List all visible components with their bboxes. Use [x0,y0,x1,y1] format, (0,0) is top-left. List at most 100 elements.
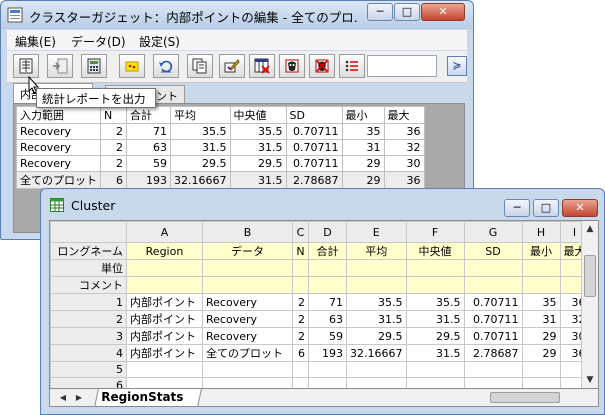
long-name-cell[interactable]: 最小 [521,242,561,260]
import-button[interactable] [47,54,73,78]
row-number[interactable]: 5 [50,361,127,378]
table-cell[interactable]: 29 [521,344,561,362]
row-label-units[interactable]: 単位 [50,259,127,277]
table-cell[interactable]: 32.16667 [346,344,407,362]
close-button[interactable]: ✕ [421,3,465,21]
report-row[interactable]: Recovery 2 63 31.5 31.5 0.70711 31 32 [16,139,425,156]
menu-data[interactable]: データ(D) [71,33,126,50]
long-name-cell[interactable]: SD [463,242,523,260]
scroll-thumb[interactable] [584,255,596,297]
edit-button[interactable] [219,54,245,78]
row-number[interactable]: 2 [50,310,127,328]
table-cell[interactable]: 6 [292,344,309,362]
horizontal-scrollbar[interactable] [450,391,598,405]
collapse-button[interactable]: ≽ [447,56,467,76]
table-cell[interactable] [405,361,465,378]
table-cell[interactable]: 内部ポイント [126,327,203,345]
mask-remove-button[interactable] [309,54,335,78]
table-cell[interactable]: 2.78687 [463,344,523,362]
table-cell[interactable]: 63 [308,310,347,328]
units-cell[interactable] [521,259,561,277]
table-cell[interactable]: 35 [521,293,561,311]
table-cell[interactable]: 29.5 [346,327,407,345]
table-cell[interactable] [521,377,561,388]
column-header[interactable]: B [202,221,293,243]
table-cell[interactable] [202,377,293,388]
column-header[interactable]: G [463,221,523,243]
column-header[interactable]: C [292,221,309,243]
long-name-cell[interactable]: 合計 [308,242,347,260]
table-cell[interactable]: 2 [292,327,309,345]
stats-report-button[interactable] [13,54,39,78]
table-cell[interactable] [126,377,203,388]
table-cell[interactable] [292,361,309,378]
long-name-cell[interactable]: N [292,242,309,260]
units-cell[interactable] [405,259,465,277]
report-row[interactable]: Recovery 2 59 29.5 29.5 0.70711 29 30 [16,155,425,172]
column-header[interactable]: A [126,221,203,243]
units-cell[interactable] [202,259,293,277]
comments-cell[interactable] [308,276,347,294]
units-cell[interactable] [126,259,203,277]
long-name-cell[interactable]: 平均 [346,242,407,260]
column-header[interactable]: D [308,221,347,243]
column-header[interactable]: E [346,221,407,243]
row-number[interactable]: 6 [50,377,127,388]
table-cell[interactable] [292,377,309,388]
long-name-cell[interactable]: Region [126,242,203,260]
menu-edit[interactable]: 編集(E) [15,33,56,50]
worksheet-maximize-button[interactable]: □ [533,199,559,217]
settings-list-button[interactable] [339,54,365,78]
scroll-up-icon[interactable]: ▲ [582,221,598,237]
row-number[interactable]: 3 [50,327,127,345]
row-label-comments[interactable]: コメント [50,276,127,294]
table-cell[interactable]: Recovery [202,293,293,311]
maximize-button[interactable]: □ [394,3,420,21]
table-cell[interactable]: 内部ポイント [126,344,203,362]
table-cell[interactable]: 内部ポイント [126,310,203,328]
table-cell[interactable]: 2 [292,293,309,311]
table-cell[interactable] [308,377,347,388]
table-cell[interactable] [346,361,407,378]
row-number[interactable]: 1 [50,293,127,311]
worksheet-close-button[interactable]: ✕ [562,199,598,217]
table-cell[interactable]: 全てのプロット [202,344,293,362]
undo-button[interactable] [153,54,179,78]
worksheet-mark-button[interactable] [249,54,275,78]
comments-cell[interactable] [292,276,309,294]
table-cell[interactable]: 31.5 [346,310,407,328]
table-cell[interactable]: 内部ポイント [126,293,203,311]
table-cell[interactable]: 31.5 [405,310,465,328]
scroll-down-icon[interactable]: ▼ [582,372,598,388]
table-cell[interactable]: 31 [521,310,561,328]
calculator-button[interactable] [81,54,107,78]
table-cell[interactable] [463,377,523,388]
hscroll-thumb[interactable] [490,392,560,403]
report-total-row[interactable]: 全てのプロット 6 193 32.16667 31.5 2.78687 29 3… [16,171,425,189]
table-cell[interactable]: Recovery [202,327,293,345]
table-cell[interactable] [202,361,293,378]
table-cell[interactable]: 0.70711 [463,310,523,328]
minimize-button[interactable]: ─ [367,3,393,21]
table-cell[interactable] [521,361,561,378]
table-cell[interactable] [405,377,465,388]
comments-cell[interactable] [346,276,407,294]
highlight-points-button[interactable] [119,54,145,78]
mask-button[interactable] [279,54,305,78]
units-cell[interactable] [463,259,523,277]
corner-cell[interactable] [50,221,127,243]
menu-settings[interactable]: 設定(S) [139,33,180,50]
table-cell[interactable] [308,361,347,378]
copy-button[interactable] [187,54,213,78]
table-cell[interactable]: 31.5 [405,344,465,362]
vertical-scrollbar[interactable]: ▲ ▼ [581,221,598,388]
table-cell[interactable]: 0.70711 [463,327,523,345]
report-row[interactable]: Recovery 2 71 35.5 35.5 0.70711 35 36 [16,123,425,140]
units-cell[interactable] [308,259,347,277]
comments-cell[interactable] [202,276,293,294]
table-cell[interactable]: 193 [308,344,347,362]
long-name-cell[interactable]: 中央値 [405,242,465,260]
long-name-cell[interactable]: データ [202,242,293,260]
comments-cell[interactable] [126,276,203,294]
comments-cell[interactable] [521,276,561,294]
